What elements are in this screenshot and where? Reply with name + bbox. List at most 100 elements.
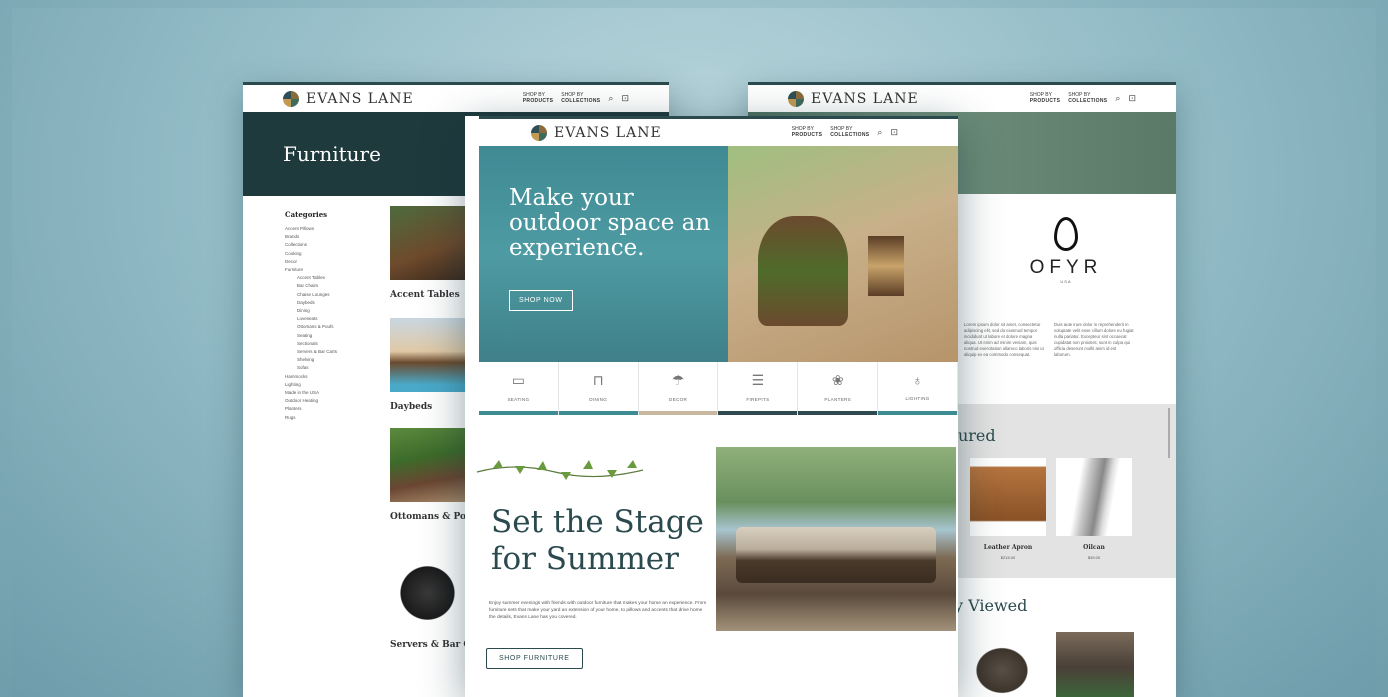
hero-overlay-panel: Make your outdoor space an experience. S… bbox=[479, 146, 728, 362]
top-nav: EVANS LANE SHOP BY PRODUCTS SHOP BY COLLEC… bbox=[479, 116, 958, 146]
sidebar-category-item[interactable]: Sectionals bbox=[285, 340, 385, 348]
category-accent-bar bbox=[479, 411, 558, 415]
brand-name: EVANS LANE bbox=[811, 91, 919, 107]
nav-shop-collections[interactable]: SHOP BY COLLECTIONS bbox=[830, 126, 869, 138]
sidebar-category-item[interactable]: Outdoor Heating bbox=[285, 397, 385, 405]
tile-label: Daybeds bbox=[390, 402, 433, 412]
product-card[interactable]: Oilcan $39.00 bbox=[1056, 458, 1132, 560]
sidebar-category-item[interactable]: Made in the USA bbox=[285, 389, 385, 397]
category-label: LIGHTING bbox=[905, 396, 930, 401]
sidebar-category-item[interactable]: Daybeds bbox=[285, 299, 385, 307]
category-tile[interactable]: Daybeds bbox=[390, 318, 465, 415]
search-icon[interactable]: ⌕ bbox=[608, 93, 613, 104]
category-sidebar: Categories Accent Pillows Brands Collectio… bbox=[285, 210, 385, 422]
product-image bbox=[1056, 458, 1132, 536]
sectional-sofa-image bbox=[736, 527, 936, 583]
brand-description: Lorem ipsum dolor sit amet, consectetur … bbox=[964, 322, 1044, 357]
recent-product-image[interactable] bbox=[1056, 632, 1134, 697]
sidebar-category-item[interactable]: Rugs bbox=[285, 414, 385, 422]
cart-icon[interactable]: ⊡ bbox=[621, 93, 629, 104]
category-link-seating[interactable]: ▭ SEATING bbox=[479, 362, 559, 415]
brand-logo-name: OFYR bbox=[1029, 257, 1103, 278]
search-icon[interactable]: ⌕ bbox=[877, 127, 882, 138]
brand-mark-icon bbox=[788, 91, 804, 107]
category-label: PLANTERS bbox=[824, 397, 852, 402]
shop-furniture-button[interactable]: SHOP FURNITURE bbox=[486, 648, 583, 669]
sidebar-category-item[interactable]: Dining bbox=[285, 307, 385, 315]
home-hero: Make your outdoor space an experience. S… bbox=[465, 146, 958, 362]
product-image bbox=[970, 458, 1046, 536]
category-link-firepits[interactable]: ☰ FIREPITS bbox=[718, 362, 799, 415]
cart-icon[interactable]: ⊡ bbox=[1128, 93, 1136, 104]
umbrella-icon: ☂ bbox=[671, 372, 685, 388]
sidebar-category-item[interactable]: Loveseats bbox=[285, 315, 385, 323]
sidebar-category-item[interactable]: Servers & Bar Carts bbox=[285, 348, 385, 356]
top-nav: EVANS LANE SHOP BY PRODUCTS SHOP BY COLLEC… bbox=[748, 82, 1176, 112]
product-name: Oilcan bbox=[1083, 544, 1105, 551]
sidebar-category-item[interactable]: Lighting bbox=[285, 381, 385, 389]
category-link-planters[interactable]: ❀ PLANTERS bbox=[798, 362, 879, 415]
sidebar-category-item[interactable]: Sofas bbox=[285, 364, 385, 372]
sidebar-category-item[interactable]: Accent Tables bbox=[285, 274, 385, 282]
firepit-icon: ☰ bbox=[751, 372, 765, 388]
scrollbar[interactable] bbox=[1168, 408, 1170, 458]
category-accent-bar bbox=[718, 411, 798, 415]
sidebar-category-item[interactable]: Ottomans & Poufs bbox=[285, 323, 385, 331]
flame-drop-icon bbox=[1054, 217, 1078, 251]
brand-name: EVANS LANE bbox=[306, 91, 414, 107]
shop-now-button[interactable]: SHOP NOW bbox=[509, 290, 573, 311]
category-label: FIREPITS bbox=[746, 397, 770, 402]
tile-image bbox=[390, 318, 465, 392]
category-link-lighting[interactable]: ♁ LIGHTING bbox=[878, 362, 958, 415]
lantern-image bbox=[868, 236, 904, 296]
feature-body: Enjoy summer evenings with friends with … bbox=[489, 601, 707, 620]
hero-headline: Make your outdoor space an experience. bbox=[509, 185, 711, 261]
sidebar-category-item[interactable]: Planters bbox=[285, 405, 385, 413]
category-accent-bar bbox=[558, 411, 638, 415]
sidebar-category-item[interactable]: Accent Pillows bbox=[285, 225, 385, 233]
brand-logo[interactable]: EVANS LANE bbox=[788, 91, 919, 107]
home-page-mockup: EVANS LANE SHOP BY PRODUCTS SHOP BY COLLEC… bbox=[465, 116, 958, 697]
nav-shop-products[interactable]: SHOP BY PRODUCTS bbox=[523, 92, 553, 104]
category-tile[interactable]: Accent Tables bbox=[390, 206, 465, 303]
product-card[interactable]: Leather Apron $215.00 bbox=[970, 458, 1046, 560]
nav-shop-products[interactable]: SHOP BY PRODUCTS bbox=[792, 126, 822, 138]
swivel-chair-image bbox=[758, 216, 848, 326]
sidebar-category-item[interactable]: Seating bbox=[285, 332, 385, 340]
sidebar-category-item[interactable]: Hammocks bbox=[285, 373, 385, 381]
sofa-icon: ▭ bbox=[511, 372, 526, 388]
sidebar-category-item[interactable]: Collections bbox=[285, 241, 385, 249]
category-accent-bar bbox=[638, 411, 718, 415]
tile-image bbox=[390, 428, 465, 502]
sidebar-category-item[interactable]: Decor bbox=[285, 258, 385, 266]
sidebar-category-item[interactable]: Chaise Lounges bbox=[285, 291, 385, 299]
sidebar-category-item[interactable]: Shelving bbox=[285, 356, 385, 364]
category-link-decor[interactable]: ☂ DECOR bbox=[638, 362, 719, 415]
top-nav: EVANS LANE SHOP BY PRODUCTS SHOP BY COLLEC… bbox=[243, 82, 669, 112]
sidebar-category-item[interactable]: Cooking bbox=[285, 250, 385, 258]
brand-logo[interactable]: EVANS LANE bbox=[283, 91, 414, 107]
product-price: $39.00 bbox=[1087, 555, 1101, 560]
hero-patio-image bbox=[728, 146, 958, 362]
cart-icon[interactable]: ⊡ bbox=[890, 127, 898, 138]
category-link-dining[interactable]: ⊓ DINING bbox=[558, 362, 639, 415]
sidebar-category-item[interactable]: Bar Chairs bbox=[285, 282, 385, 290]
brand-description: Duis aute irure dolor in reprehenderit i… bbox=[1054, 322, 1134, 357]
sidebar-category-item[interactable]: Brands bbox=[285, 233, 385, 241]
sidebar-category-item[interactable]: Furniture bbox=[285, 266, 385, 274]
nav-shop-products[interactable]: SHOP BY PRODUCTS bbox=[1030, 92, 1060, 104]
recent-product-image[interactable] bbox=[958, 632, 1046, 697]
product-price: $215.00 bbox=[1000, 555, 1016, 560]
search-icon[interactable]: ⌕ bbox=[1115, 93, 1120, 104]
category-strip: ▭ SEATING ⊓ DINING ☂ DECOR ☰ FIREPITS ❀ PLANTERS ♁… bbox=[479, 362, 958, 415]
patio-sectional-image bbox=[716, 447, 956, 631]
tile-image bbox=[390, 556, 465, 630]
sidebar-heading: Categories bbox=[285, 210, 328, 219]
nav-shop-collections[interactable]: SHOP BY COLLECTIONS bbox=[1068, 92, 1107, 104]
nav-shop-collections[interactable]: SHOP BY COLLECTIONS bbox=[561, 92, 600, 104]
category-accent-bar bbox=[798, 411, 878, 415]
category-accent-bar bbox=[878, 411, 957, 415]
product-name: Leather Apron bbox=[983, 544, 1033, 551]
table-icon: ⊓ bbox=[592, 372, 604, 388]
brand-logo[interactable]: EVANS LANE bbox=[531, 125, 662, 141]
